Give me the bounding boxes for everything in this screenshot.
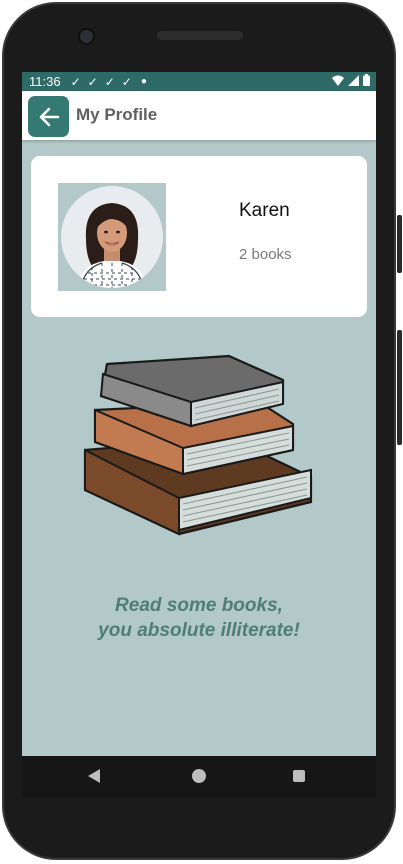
check-notification-icon: ✓ bbox=[87, 74, 99, 89]
nav-back-icon[interactable] bbox=[88, 769, 100, 783]
profile-card: Karen 2 books bbox=[31, 156, 367, 317]
front-camera bbox=[78, 28, 95, 45]
book-stack-icon bbox=[79, 352, 319, 542]
phone-device: 11:36 ✓ ✓ ✓ ✓ ● My Profile Karen 2 books… bbox=[0, 0, 403, 864]
app-screen: 11:36 ✓ ✓ ✓ ✓ ● My Profile Karen 2 books… bbox=[22, 72, 376, 756]
status-time: 11:36 bbox=[29, 74, 61, 89]
status-icons bbox=[332, 74, 370, 86]
arrow-back-icon bbox=[39, 107, 59, 126]
battery-icon bbox=[363, 74, 370, 86]
volume-button bbox=[397, 215, 402, 273]
system-navigation-bar bbox=[22, 756, 376, 798]
tagline-line-2: you absolute illiterate! bbox=[98, 620, 300, 641]
nav-home-icon[interactable] bbox=[192, 769, 206, 783]
nav-recents-icon[interactable] bbox=[293, 770, 305, 782]
tagline-line-1: Read some books, bbox=[115, 595, 283, 616]
more-notifications-dot-icon: ● bbox=[140, 76, 147, 87]
profile-photo bbox=[61, 186, 163, 288]
earpiece-speaker bbox=[157, 31, 243, 40]
check-notification-icon: ✓ bbox=[121, 74, 133, 89]
profile-name: Karen bbox=[239, 200, 290, 221]
back-button[interactable] bbox=[28, 96, 69, 137]
check-notification-icon: ✓ bbox=[104, 74, 116, 89]
power-button bbox=[397, 330, 402, 445]
books-count: 2 books bbox=[239, 246, 292, 263]
wifi-icon bbox=[332, 75, 344, 86]
status-bar: 11:36 ✓ ✓ ✓ ✓ ● bbox=[22, 72, 376, 91]
avatar[interactable] bbox=[58, 183, 166, 291]
signal-icon bbox=[348, 74, 359, 86]
page-title: My Profile bbox=[76, 105, 158, 124]
check-notification-icon: ✓ bbox=[70, 74, 82, 89]
tagline-text: Read some books, you absolute illiterate… bbox=[22, 593, 376, 643]
app-bar: My Profile bbox=[22, 91, 376, 140]
